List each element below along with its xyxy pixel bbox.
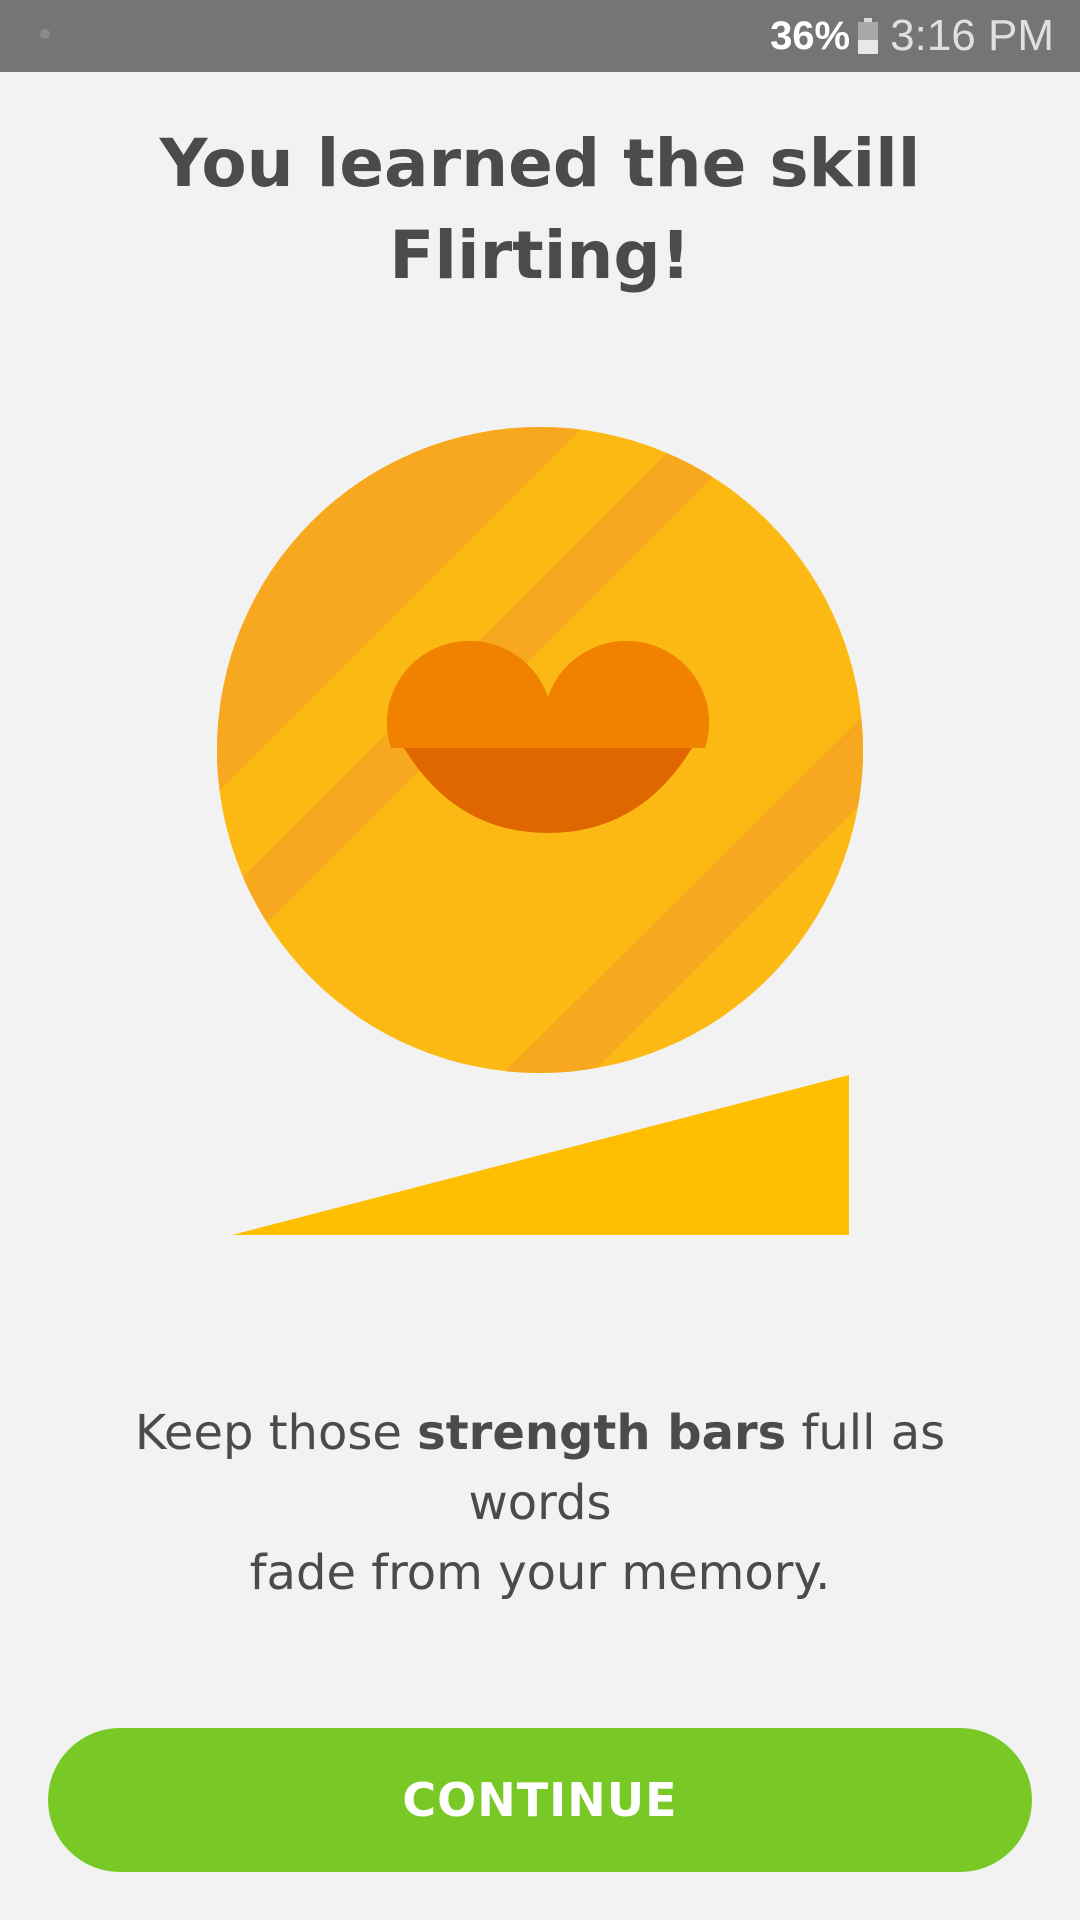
battery-icon xyxy=(858,18,879,54)
battery-percent: 36% xyxy=(770,13,851,58)
message-emphasis: strength bars xyxy=(417,1405,787,1461)
title-line-1: You learned the skill xyxy=(159,125,921,202)
page-title: You learned the skill Flirting! xyxy=(0,118,1080,302)
skill-badge-icon xyxy=(217,427,863,1073)
message-line-2: fade from your memory. xyxy=(249,1545,831,1601)
status-bar: 36% 3:16 PM xyxy=(0,0,1080,72)
notification-dot-icon xyxy=(40,29,50,39)
message-text-start: Keep those xyxy=(134,1405,418,1461)
continue-button[interactable]: CONTINUE xyxy=(48,1728,1032,1872)
strength-bar-icon xyxy=(232,1075,849,1235)
skill-name: Flirting! xyxy=(389,217,691,294)
skill-learned-screen: 36% 3:16 PM You learned the skill Flirti… xyxy=(0,0,1080,1920)
skill-illustration xyxy=(217,427,863,1235)
strength-message: Keep those strength bars full as words f… xyxy=(60,1398,1020,1608)
clock: 3:16 PM xyxy=(890,11,1054,60)
status-indicators: 36% 3:16 PM xyxy=(770,0,1054,72)
